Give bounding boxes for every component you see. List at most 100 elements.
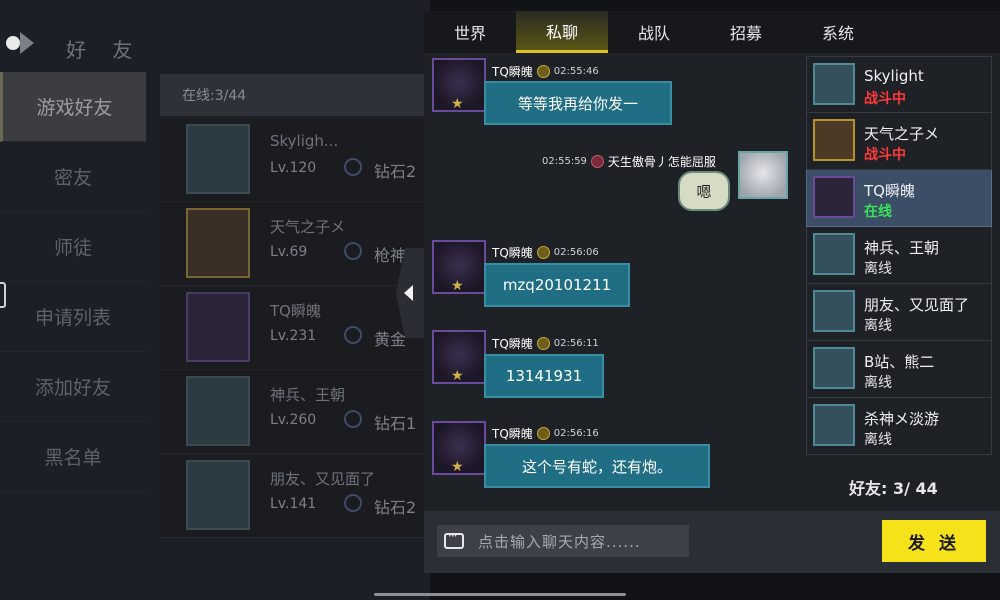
avatar (813, 63, 855, 105)
sender-name: TQ瞬魄 (492, 246, 533, 260)
tab-system[interactable]: 系统 (792, 11, 884, 53)
avatar (813, 119, 855, 161)
star-icon: ★ (451, 278, 464, 294)
avatar[interactable]: ★ (432, 421, 486, 475)
menu-close-friends[interactable]: 密友 (0, 142, 146, 212)
rank-icon (344, 326, 362, 344)
chat-panel: 世界 私聊 战队 招募 系统 ★ TQ瞬魄 02:55:46 等等我再给你发一 … (424, 11, 1000, 573)
status-badge: 离线 (864, 261, 892, 277)
star-icon: ★ (451, 459, 464, 475)
message-time: 02:55:59 (542, 156, 587, 167)
chat-friend-list: Skylight 战斗中 天气之子メ 战斗中 TQ瞬魄 在线 神兵、王朝 离线 … (806, 56, 992, 458)
list-item[interactable]: Skyligh... Lv.120 钻石2 (160, 118, 430, 202)
friend-rank: 枪神 (374, 246, 407, 265)
rank-icon (344, 494, 362, 512)
chat-input-bar: 点击输入聊天内容...... 发 送 (424, 511, 1000, 573)
list-item[interactable]: TQ瞬魄 Lv.231 黄金 (160, 286, 430, 370)
message-meta: TQ瞬魄 02:55:46 (492, 63, 599, 80)
sender-name: 天生傲骨丿怎能屈服 (607, 155, 716, 169)
message-bubble: 嗯 (678, 171, 730, 211)
message-meta: TQ瞬魄 02:56:16 (492, 425, 599, 442)
tab-world[interactable]: 世界 (424, 11, 516, 53)
friend-name: 天气之子メ (864, 125, 940, 143)
avatar[interactable]: ★ (432, 330, 486, 384)
friend-level: Lv.120 (270, 160, 317, 176)
avatar (813, 347, 855, 389)
rank-icon (344, 410, 362, 428)
rank-icon (344, 242, 362, 260)
collapse-arrow-icon[interactable] (404, 285, 413, 301)
friend-rank: 黄金 (374, 330, 407, 349)
friends-title: 好 友 (66, 38, 143, 62)
menu-mentor[interactable]: 师徒 (0, 212, 146, 282)
friends-menu: 游戏好友 密友 师徒 申请列表 添加好友 黑名单 (0, 72, 146, 492)
list-item[interactable]: Skylight 战斗中 (806, 56, 992, 113)
avatar (186, 124, 250, 194)
list-item[interactable]: 神兵、王朝 Lv.260 钻石1 (160, 370, 430, 454)
avatar[interactable] (738, 151, 788, 199)
online-count: 在线:3/44 (160, 74, 430, 116)
friend-name: 神兵、王朝 (270, 386, 346, 404)
status-badge: 离线 (864, 375, 892, 391)
chat-tabs: 世界 私聊 战队 招募 系统 (424, 11, 1000, 53)
vip-badge-icon (590, 155, 604, 168)
avatar[interactable]: ★ (432, 240, 486, 294)
list-item[interactable]: 朋友、又见面了 离线 (806, 284, 992, 341)
tab-private[interactable]: 私聊 (516, 11, 608, 53)
side-tab-icon[interactable] (0, 282, 6, 308)
avatar (186, 292, 250, 362)
friend-level: Lv.69 (270, 244, 308, 260)
avatar (813, 233, 855, 275)
message-time: 02:56:16 (553, 428, 599, 439)
rank-icon (344, 158, 362, 176)
message-bubble: mzq20101211 (484, 263, 630, 307)
back-dot-icon[interactable] (6, 36, 20, 50)
chat-bubble-icon (444, 529, 464, 549)
friend-name: Skylight (864, 67, 924, 85)
status-badge: 在线 (864, 204, 892, 220)
friend-rank: 钻石2 (374, 498, 417, 517)
message-meta: TQ瞬魄 02:56:11 (492, 335, 599, 352)
chat-input[interactable]: 点击输入聊天内容...... (437, 525, 689, 557)
friend-level: Lv.260 (270, 412, 317, 428)
list-item[interactable]: B站、熊二 离线 (806, 341, 992, 398)
list-item[interactable]: 神兵、王朝 离线 (806, 227, 992, 284)
avatar[interactable]: ★ (432, 58, 486, 112)
friend-list-background: Skyligh... Lv.120 钻石2 天气之子メ Lv.69 枪神 TQ瞬… (160, 118, 430, 538)
friend-name: Skyligh... (270, 132, 339, 150)
star-icon: ★ (451, 368, 464, 384)
menu-game-friends[interactable]: 游戏好友 (0, 72, 146, 142)
message-time: 02:56:11 (553, 338, 599, 349)
friend-name: TQ瞬魄 (270, 302, 321, 320)
avatar (813, 404, 855, 446)
menu-blacklist[interactable]: 黑名单 (0, 422, 146, 492)
input-placeholder: 点击输入聊天内容...... (478, 532, 641, 551)
friend-level: Lv.231 (270, 328, 317, 344)
friends-screen-background: 好 友 游戏好友 密友 师徒 申请列表 添加好友 黑名单 在线:3/44 Sky… (0, 0, 430, 600)
list-item-selected[interactable]: TQ瞬魄 在线 (806, 170, 992, 227)
list-item[interactable]: 朋友、又见面了 Lv.141 钻石2 (160, 454, 430, 538)
tab-team[interactable]: 战队 (608, 11, 700, 53)
friend-rank: 钻石2 (374, 162, 417, 181)
menu-requests[interactable]: 申请列表 (0, 282, 146, 352)
friend-name: B站、熊二 (864, 353, 935, 371)
message-bubble: 13141931 (484, 354, 604, 398)
message-time: 02:55:46 (553, 66, 599, 77)
status-badge: 战斗中 (864, 91, 906, 107)
list-item[interactable]: 天气之子メ 战斗中 (806, 113, 992, 170)
list-item[interactable]: 杀神メ淡游 离线 (806, 398, 992, 455)
menu-add-friend[interactable]: 添加好友 (0, 352, 146, 422)
home-indicator[interactable] (374, 593, 626, 596)
friend-level: Lv.141 (270, 496, 317, 512)
friend-rank: 钻石1 (374, 414, 417, 433)
send-button[interactable]: 发 送 (882, 520, 986, 562)
list-item[interactable]: 天气之子メ Lv.69 枪神 (160, 202, 430, 286)
avatar (813, 176, 855, 218)
back-arrow-icon[interactable] (20, 32, 34, 54)
message-bubble: 等等我再给你发一 (484, 81, 672, 125)
tab-recruit[interactable]: 招募 (700, 11, 792, 53)
sender-name: TQ瞬魄 (492, 337, 533, 351)
vip-badge-icon (536, 337, 550, 350)
message-meta: 02:55:59 天生傲骨丿怎能屈服 (542, 153, 716, 170)
friend-name: 朋友、又见面了 (270, 470, 376, 488)
